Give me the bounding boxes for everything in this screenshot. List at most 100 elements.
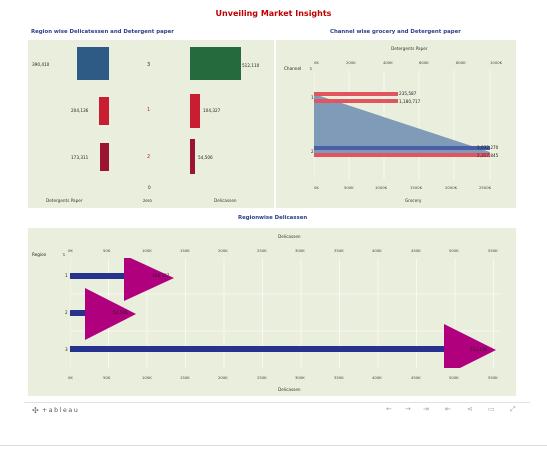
deli-top-tick: 0K bbox=[68, 248, 73, 253]
region-chart-title: Region wise Delicatessen and Detergent p… bbox=[31, 29, 174, 35]
region-chart-svg bbox=[77, 47, 241, 174]
channel-top-tick: 600K bbox=[419, 60, 429, 65]
channel-top-tick: 800K bbox=[456, 60, 466, 65]
revert-icon[interactable]: ⇥ bbox=[423, 405, 429, 413]
deli-bottom-tick: 150K bbox=[180, 375, 190, 380]
deli-bottom-tick: 350K bbox=[334, 375, 344, 380]
deli-top-axis-title: Delicassen bbox=[278, 234, 301, 239]
deli-top-tick: 350K bbox=[334, 248, 344, 253]
deli-region-3-value: 512,110 bbox=[470, 347, 488, 352]
deli-bottom-tick: 100K bbox=[142, 375, 152, 380]
deli-bottom-tick: 400K bbox=[372, 375, 382, 380]
channel-plot-area[interactable] bbox=[314, 70, 510, 180]
channel-bottom-tick: 2500K bbox=[479, 185, 492, 190]
bar-delicassen-region-3[interactable] bbox=[190, 47, 241, 80]
region-2-delicassen-label: 54,506 bbox=[198, 155, 213, 160]
deli-row-3-label: 3 bbox=[65, 347, 68, 352]
region-chart-panel[interactable] bbox=[28, 40, 274, 208]
undo-icon[interactable]: ← bbox=[386, 405, 392, 413]
deli-bottom-tick: 50K bbox=[103, 375, 111, 380]
channel-row-header: Channel bbox=[284, 66, 302, 71]
channel-bottom-tick: 500K bbox=[344, 185, 354, 190]
channel-row-2-label: 2 bbox=[311, 149, 314, 154]
deli-top-tick: 500K bbox=[449, 248, 459, 253]
dashboard-title: Unveiling Market Insights bbox=[215, 9, 332, 18]
deli-top-tick: 300K bbox=[295, 248, 305, 253]
channel-chart-title: Channel wise grocery and Detergent paper bbox=[330, 29, 461, 35]
deli-region-1-value: 104,327 bbox=[152, 273, 170, 278]
deli-bottom-tick: 500K bbox=[449, 375, 459, 380]
deli-bottom-tick: 450K bbox=[411, 375, 421, 380]
channel-top-tick: 1000K bbox=[490, 60, 503, 65]
deli-bottom-tick: 300K bbox=[295, 375, 305, 380]
fullscreen-icon[interactable]: ⤢ bbox=[510, 405, 516, 414]
deli-top-tick: 400K bbox=[372, 248, 382, 253]
bar-delicassen-region-1[interactable] bbox=[190, 94, 200, 128]
channel-bottom-tick: 1000K bbox=[375, 185, 388, 190]
deli-bottom-tick: 250K bbox=[257, 375, 267, 380]
bar-detergents-region-2[interactable] bbox=[100, 143, 109, 171]
col-header-delicassen: Delicassen bbox=[214, 198, 237, 203]
bar-detergents-region-3[interactable] bbox=[77, 47, 109, 80]
zero-value-label: 0 bbox=[148, 185, 151, 190]
deli-sort-icon[interactable]: ⇅ bbox=[62, 252, 65, 257]
detergents-bar-channel-1b[interactable] bbox=[314, 99, 398, 103]
deli-top-tick: 550K bbox=[488, 248, 498, 253]
channel-1-grocery-value: 1,180,717 bbox=[399, 99, 421, 104]
channel-row-1-label: 1 bbox=[311, 95, 314, 100]
deli-bar-region-3[interactable] bbox=[70, 346, 464, 352]
deli-top-tick: 450K bbox=[411, 248, 421, 253]
channel-top-tick: 0K bbox=[314, 60, 319, 65]
share-icon[interactable]: ⋖ bbox=[467, 405, 473, 413]
deli-top-tick: 150K bbox=[180, 248, 190, 253]
channel-bottom-tick: 0K bbox=[314, 185, 319, 190]
pause-icon[interactable]: ⇤ bbox=[445, 405, 451, 413]
bar-detergents-region-1[interactable] bbox=[99, 97, 109, 125]
redo-icon[interactable]: → bbox=[405, 405, 411, 413]
deli-top-tick: 200K bbox=[218, 248, 228, 253]
deli-top-tick: 250K bbox=[257, 248, 267, 253]
channel-bottom-axis-title: Grocery bbox=[405, 198, 422, 203]
deli-bottom-tick: 200K bbox=[218, 375, 228, 380]
deli-chart-title: Regionwise Delicassen bbox=[238, 215, 308, 221]
channel-bottom-tick: 2000K bbox=[445, 185, 458, 190]
deli-marker-region-1[interactable] bbox=[124, 258, 174, 301]
channel-bottom-tick: 1500K bbox=[410, 185, 423, 190]
grocery-bar-channel-2[interactable] bbox=[314, 153, 490, 157]
channel-sort-icon[interactable]: ⇅ bbox=[309, 66, 312, 71]
deli-row-1-label: 1 bbox=[65, 273, 68, 278]
channel-2-grocery-value: 2,317,845 bbox=[477, 153, 499, 158]
channel-top-axis-title: Detergents Paper bbox=[391, 46, 428, 51]
tableau-logo-icon[interactable]: ✣ bbox=[32, 406, 39, 415]
tableau-toolbar: ✣ +ableau ← → ⇥ ⇤ ⋖ ▭ ⤢ bbox=[24, 402, 530, 419]
deli-marker-region-3[interactable] bbox=[444, 324, 496, 368]
region-3-delicassen-label: 512,110 bbox=[242, 63, 260, 68]
region-1-delicassen-label: 104,327 bbox=[203, 108, 221, 113]
deli-bottom-tick: 550K bbox=[488, 375, 498, 380]
region-1-detergents-label: 204,136 bbox=[71, 108, 89, 113]
region-3-detergents-label: 390,410 bbox=[32, 62, 50, 67]
deli-region-2-value: 54,506 bbox=[113, 310, 128, 315]
channel-top-tick: 200K bbox=[346, 60, 356, 65]
comment-icon[interactable]: ▭ bbox=[488, 405, 495, 413]
deli-bottom-tick: 0K bbox=[68, 375, 73, 380]
channel-1-detergents-value: 235,587 bbox=[399, 91, 417, 96]
channel-2-detergents-value: 1,032,270 bbox=[477, 145, 499, 150]
channel-top-tick: 400K bbox=[383, 60, 393, 65]
deli-row-2-label: 2 bbox=[65, 310, 68, 315]
deli-top-tick: 100K bbox=[142, 248, 152, 253]
region-1-label: 1 bbox=[147, 107, 151, 113]
deli-row-header: Region bbox=[32, 252, 47, 257]
detergents-bar-channel-2[interactable] bbox=[314, 146, 490, 150]
col-header-detergents: Detergents Paper bbox=[46, 198, 83, 203]
deli-bottom-axis-title: Delicassen bbox=[278, 387, 301, 392]
detergents-bar-channel-1[interactable] bbox=[314, 92, 398, 96]
page-divider bbox=[0, 445, 547, 446]
deli-plot-area[interactable] bbox=[70, 258, 500, 368]
bar-delicassen-region-2[interactable] bbox=[190, 139, 195, 174]
tableau-brand[interactable]: +ableau bbox=[42, 407, 79, 414]
region-2-label: 2 bbox=[147, 154, 151, 160]
col-header-zero: zero bbox=[143, 198, 152, 203]
deli-top-tick: 50K bbox=[103, 248, 111, 253]
region-3-label: 3 bbox=[147, 62, 151, 68]
